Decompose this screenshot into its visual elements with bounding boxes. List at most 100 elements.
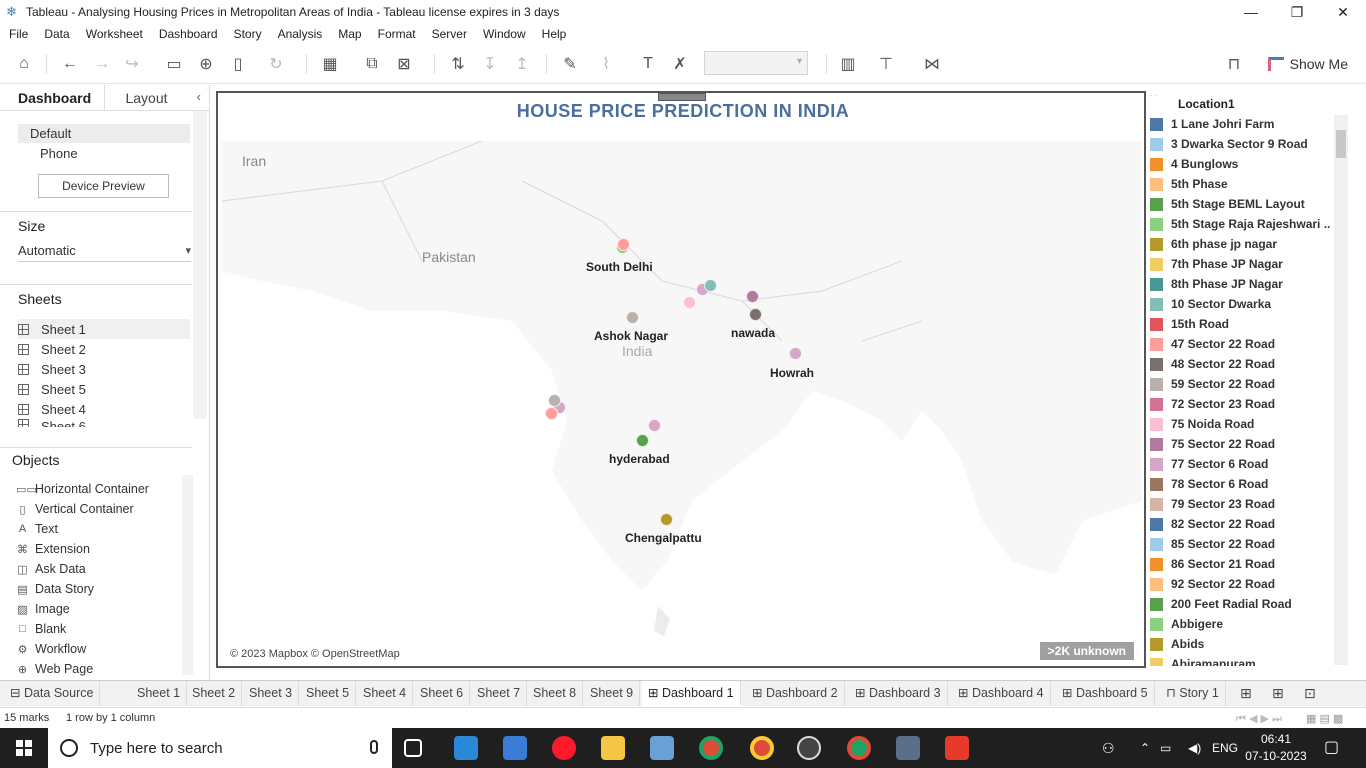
legend-item[interactable]: 5th Stage Raja Rajeshwari .. (1150, 214, 1330, 234)
tableau-taskbar-icon[interactable] (896, 736, 920, 760)
legend-scrollbar[interactable] (1334, 115, 1348, 665)
sheet-item-3[interactable]: Sheet 3 (18, 359, 86, 379)
object-web-page[interactable]: ⊕ Web Page (16, 659, 93, 679)
device-preview-button[interactable]: Device Preview (38, 174, 169, 198)
tab-sheet-8[interactable]: Sheet 8 (527, 681, 584, 706)
view-toggle-icon[interactable]: ▦ ▤ ▩ (1306, 712, 1343, 725)
legend-item[interactable]: 48 Sector 22 Road (1150, 354, 1275, 374)
close-window-button[interactable]: ✕ (1320, 0, 1366, 24)
sheet-item-2[interactable]: Sheet 2 (18, 339, 86, 359)
task-view-icon[interactable] (404, 739, 422, 757)
map-mark[interactable] (660, 513, 673, 526)
sheet-navigation-icon[interactable]: ⏮ ◀ ▶ ⏭ (1236, 712, 1282, 726)
legend-item[interactable]: 47 Sector 22 Road (1150, 334, 1275, 354)
legend-item[interactable]: 8th Phase JP Nagar (1150, 274, 1283, 294)
menu-worksheet[interactable]: Worksheet (78, 27, 151, 41)
menu-help[interactable]: Help (534, 27, 575, 41)
device-default[interactable]: Default (30, 126, 71, 141)
chrome-browser-icon[interactable] (699, 736, 723, 760)
panel-scrollbar[interactable] (193, 111, 207, 419)
map-mark[interactable] (626, 311, 639, 324)
tab-data-source[interactable]: ⊟ Data Source (4, 681, 101, 706)
menu-story[interactable]: Story (226, 27, 270, 41)
legend-scroll-thumb[interactable] (1336, 130, 1346, 158)
new-dashboard-tab-icon[interactable]: ⊞ (1266, 681, 1290, 706)
tab-dashboard-2[interactable]: ⊞ Dashboard 2 (746, 681, 845, 706)
legend-item[interactable]: 10 Sector Dwarka (1150, 294, 1271, 314)
legend-item[interactable]: 6th phase jp nagar (1150, 234, 1277, 254)
new-data-source-icon[interactable]: ⊕ (194, 52, 218, 76)
highlight-icon[interactable]: ✎ (558, 52, 582, 76)
file-explorer-icon[interactable] (601, 736, 625, 760)
legend-item[interactable]: 59 Sector 22 Road (1150, 374, 1275, 394)
restore-button[interactable]: ❐ (1274, 0, 1320, 24)
app-taskbar-icon[interactable] (945, 736, 969, 760)
legend-item[interactable]: 75 Sector 22 Road (1150, 434, 1275, 454)
obs-studio-icon[interactable] (797, 736, 821, 760)
legend-item[interactable]: 72 Sector 23 Road (1150, 394, 1275, 414)
legend-item[interactable]: 86 Sector 21 Road (1150, 554, 1275, 574)
menu-file[interactable]: File (0, 27, 36, 41)
map-mark[interactable] (704, 279, 717, 292)
sheet-item-4[interactable]: Sheet 4 (18, 399, 86, 419)
legend-item[interactable]: 92 Sector 22 Road (1150, 574, 1275, 594)
object-data-story[interactable]: ▤ Data Story (16, 579, 94, 599)
new-worksheet-tab-icon[interactable]: ⊞ (1234, 681, 1258, 706)
legend-item[interactable]: 5th Phase (1150, 174, 1228, 194)
objects-scrollbar[interactable] (182, 475, 193, 675)
legend-item[interactable]: Abiramapuram (1150, 654, 1256, 666)
map-mark[interactable] (636, 434, 649, 447)
show-hidden-icons-icon[interactable]: ⌃ (1140, 728, 1150, 768)
legend-item[interactable]: 82 Sector 22 Road (1150, 514, 1275, 534)
menu-format[interactable]: Format (370, 27, 424, 41)
opera-browser-icon[interactable] (552, 736, 576, 760)
object-blank[interactable]: □ Blank (16, 619, 66, 639)
legend-item[interactable]: 77 Sector 6 Road (1150, 454, 1268, 474)
tab-sheet-2[interactable]: Sheet 2 (186, 681, 243, 706)
fit-icon[interactable]: ▥ (836, 52, 860, 76)
group-members-icon[interactable]: ⌇ (594, 52, 618, 76)
menu-window[interactable]: Window (475, 27, 534, 41)
legend-item[interactable]: 4 Bunglows (1150, 154, 1238, 174)
taskbar-search[interactable]: Type here to search (48, 728, 392, 768)
tab-sheet-1[interactable]: Sheet 1 (131, 681, 188, 706)
tab-dashboard[interactable]: Dashboard (0, 85, 104, 110)
sheet-item-5[interactable]: Sheet 5 (18, 379, 86, 399)
legend-item[interactable]: 79 Sector 23 Road (1150, 494, 1275, 514)
device-phone[interactable]: Phone (40, 146, 78, 161)
new-story-tab-icon[interactable]: ⊡ (1298, 681, 1322, 706)
tab-dashboard-1[interactable]: ⊞ Dashboard 1 (642, 681, 741, 706)
map-mark[interactable] (746, 290, 759, 303)
redo-icon[interactable]: → (90, 52, 114, 76)
notifications-icon[interactable]: ▢ (1324, 728, 1339, 768)
legend-item[interactable]: 85 Sector 22 Road (1150, 534, 1275, 554)
legend-item[interactable]: Abbigere (1150, 614, 1223, 634)
photos-app-icon[interactable] (650, 736, 674, 760)
tab-sheet-7[interactable]: Sheet 7 (471, 681, 528, 706)
legend-item[interactable]: 15th Road (1150, 314, 1229, 334)
new-worksheet-icon[interactable]: ▦ (318, 52, 342, 76)
tab-dashboard-3[interactable]: ⊞ Dashboard 3 (849, 681, 948, 706)
swap-icon[interactable]: ⇅ (446, 52, 470, 76)
menu-dashboard[interactable]: Dashboard (151, 27, 226, 41)
map-mark[interactable] (683, 296, 696, 309)
windows-start-button[interactable] (0, 728, 48, 768)
sheet-item-6[interactable]: Sheet 6 (18, 419, 86, 427)
tab-story-1[interactable]: ⊓ Story 1 (1160, 681, 1226, 706)
tab-sheet-6[interactable]: Sheet 6 (414, 681, 471, 706)
format-painter-icon[interactable]: ⊓ (1222, 52, 1246, 76)
color-legend[interactable]: Location1 1 Lane Johri Farm 3 Dwarka Sect… (1148, 96, 1348, 666)
legend-item[interactable]: Abids (1150, 634, 1204, 654)
save-icon[interactable]: ▭ (162, 52, 186, 76)
sheet-item-1[interactable]: Sheet 1 (18, 319, 86, 339)
map-attribution[interactable]: © 2023 Mapbox © OpenStreetMap (230, 648, 400, 660)
move-handle[interactable] (658, 93, 706, 101)
share-icon[interactable]: ⋈ (920, 52, 944, 76)
network-icon[interactable]: ▭ (1160, 728, 1171, 768)
collapse-panel-icon[interactable]: ‹ (197, 89, 201, 104)
tab-dashboard-4[interactable]: ⊞ Dashboard 4 (952, 681, 1051, 706)
unknown-locations-badge[interactable]: >2K unknown (1039, 642, 1134, 660)
object-image[interactable]: ▨ Image (16, 599, 69, 619)
volume-icon[interactable]: ◀) (1188, 728, 1201, 768)
input-language[interactable]: ENG (1212, 728, 1238, 768)
